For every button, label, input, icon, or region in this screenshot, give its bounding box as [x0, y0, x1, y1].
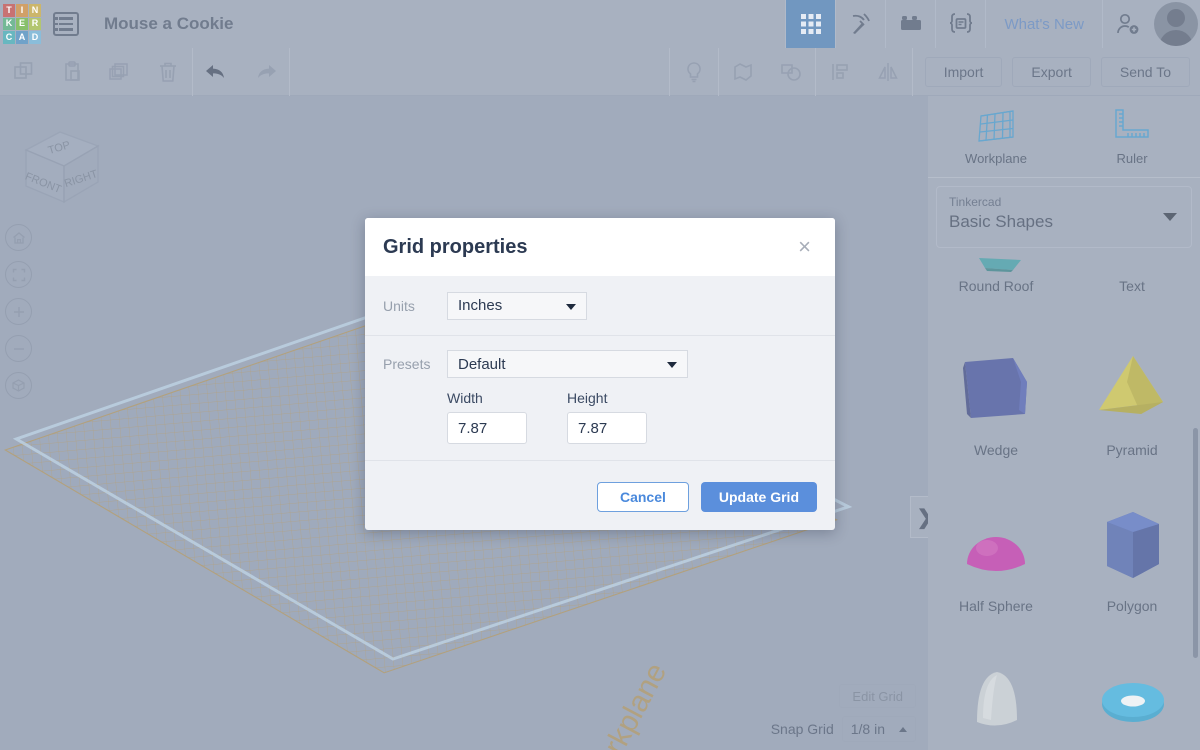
units-label: Units [383, 297, 415, 314]
presets-row: Presets Default [383, 350, 817, 378]
dialog-footer: Cancel Update Grid [365, 464, 835, 530]
grid-properties-dialog: Grid properties × Units Inches Presets D… [365, 218, 835, 530]
width-input[interactable]: 7.87 [447, 412, 527, 444]
dialog-body: Units Inches Presets Default Width 7.87 … [365, 276, 835, 464]
presets-value: Default [458, 355, 506, 373]
cancel-button[interactable]: Cancel [596, 482, 689, 512]
width-field-group: Width 7.87 [447, 390, 527, 444]
chevron-down-icon [566, 303, 576, 310]
dimension-fields: Width 7.87 Height 7.87 [383, 390, 817, 444]
presets-label: Presets [383, 356, 431, 372]
presets-select[interactable]: Default [447, 350, 688, 378]
tinkercad-app: TINKERCAD Mouse a Cookie What's New Impo… [0, 0, 1200, 750]
units-row: Units Inches [365, 276, 835, 336]
units-value: Inches [458, 297, 503, 314]
width-label: Width [447, 390, 483, 406]
chevron-down-icon [667, 362, 677, 368]
height-input[interactable]: 7.87 [567, 412, 647, 444]
height-field-group: Height 7.87 [567, 390, 647, 444]
height-label: Height [567, 390, 608, 406]
dialog-title: Grid properties [383, 235, 528, 258]
update-grid-button[interactable]: Update Grid [700, 482, 817, 512]
close-icon[interactable]: × [792, 232, 817, 262]
presets-section: Presets Default Width 7.87 Height 7.87 [365, 336, 835, 461]
units-select[interactable]: Inches [447, 291, 587, 320]
dialog-header: Grid properties × [365, 218, 835, 276]
